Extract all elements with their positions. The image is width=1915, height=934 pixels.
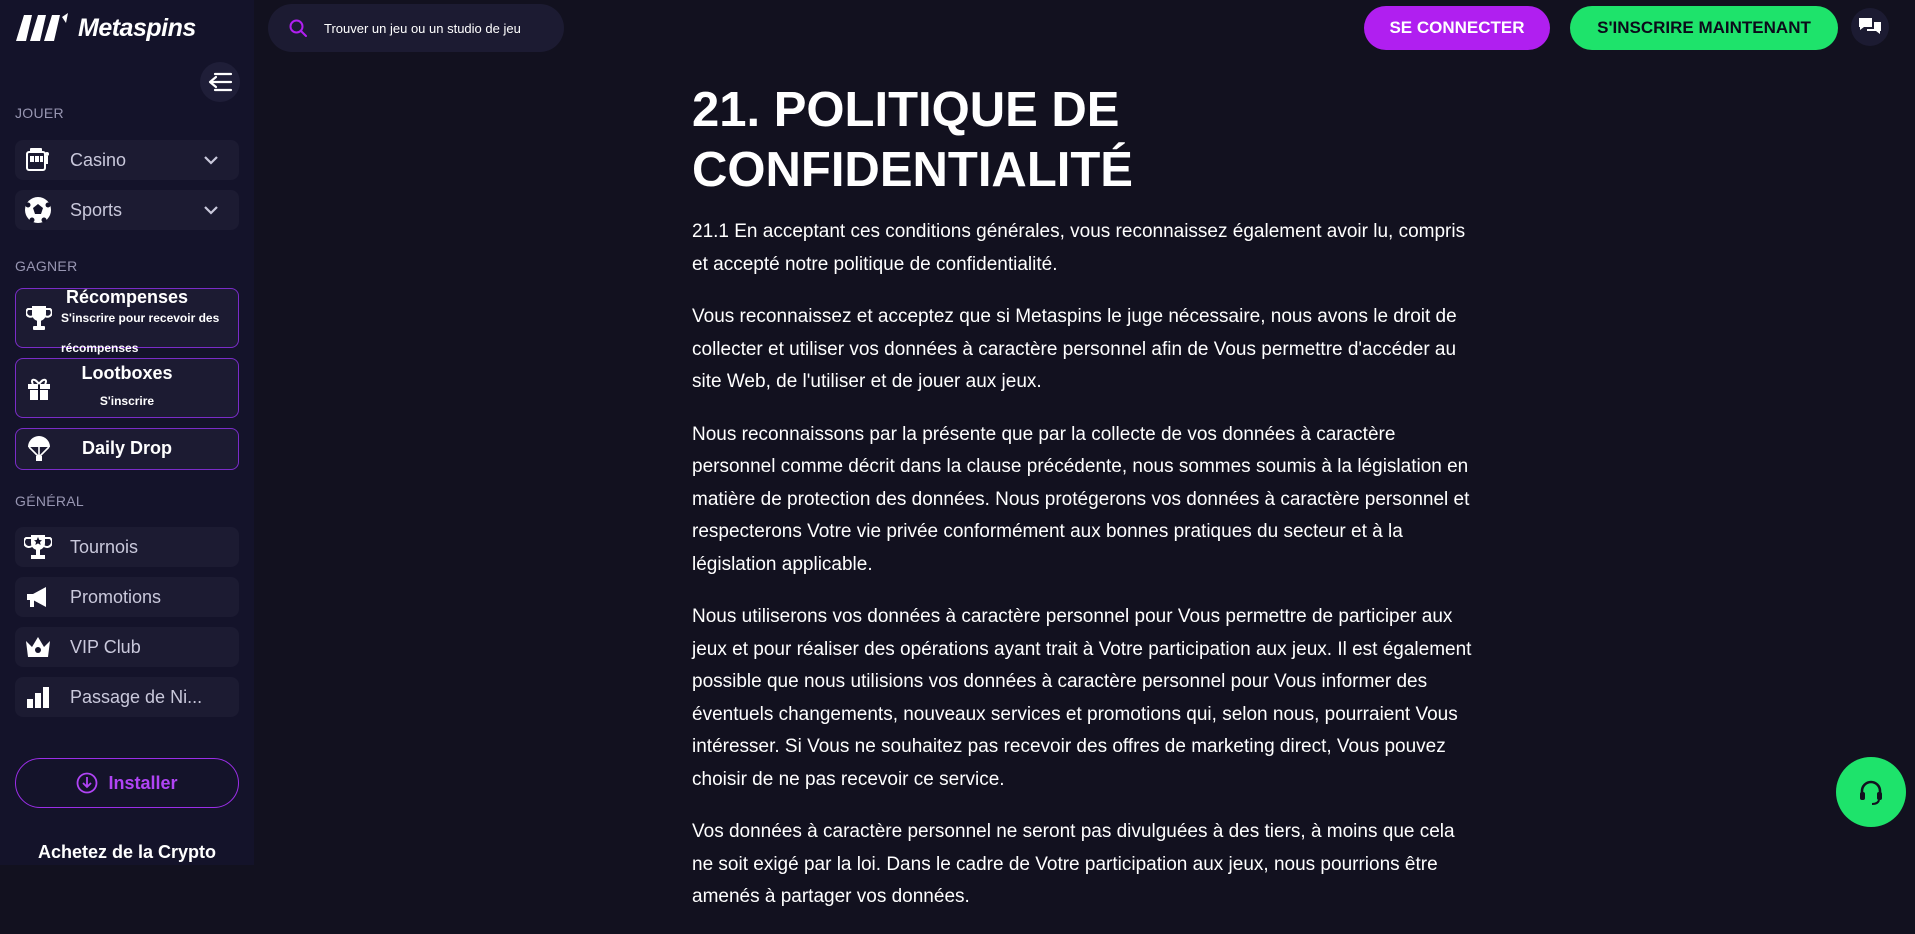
rewards-subtitle-line2: récompenses <box>61 341 139 355</box>
sidebar-item-promotions[interactable]: Promotions <box>15 577 239 617</box>
rewards-title: Récompenses <box>65 287 189 307</box>
install-button[interactable]: Installer <box>15 758 239 808</box>
sidebar-item-tournaments[interactable]: Tournois <box>15 527 239 567</box>
crown-icon <box>22 631 54 663</box>
daily-drop-card[interactable]: Daily Drop <box>15 428 239 470</box>
collapse-sidebar-button[interactable] <box>200 62 240 102</box>
page-title: 21. POLITIQUE DE CONFIDENTIALITÉ <box>692 83 1133 197</box>
sidebar-item-label: Passage de Ni... <box>70 686 203 707</box>
rewards-subtitle: S'inscrire pour recevoir des <box>61 311 220 325</box>
chat-bubbles-icon <box>1859 18 1881 34</box>
lootboxes-title: Lootboxes <box>81 363 173 383</box>
paragraph: Nous utiliserons vos données à caractère… <box>692 606 1472 790</box>
megaphone-icon <box>22 581 54 613</box>
main-content: 21. POLITIQUE DE CONFIDENTIALITÉ 21.1 En… <box>692 80 1476 934</box>
section-label-general: GÉNÉRAL <box>15 493 85 509</box>
download-circle-icon <box>77 772 98 794</box>
search-icon <box>289 19 307 37</box>
support-chat-button[interactable] <box>1836 757 1906 827</box>
section-label-play: JOUER <box>15 105 64 121</box>
chevron-down-icon <box>204 156 218 165</box>
install-label: Installer <box>108 772 178 793</box>
sidebar-item-label: VIP Club <box>70 636 141 657</box>
signup-button[interactable]: S'INSCRIRE MAINTENANT <box>1570 6 1838 50</box>
daily-drop-title: Daily Drop <box>81 438 173 458</box>
collapse-menu-icon <box>208 72 233 92</box>
headset-icon <box>1860 780 1882 805</box>
bar-chart-icon <box>22 681 54 713</box>
slot-machine-icon <box>22 144 54 176</box>
sidebar-item-vip-club[interactable]: VIP Club <box>15 627 239 667</box>
logo[interactable]: Metaspins <box>14 10 196 46</box>
sidebar-item-label: Sports <box>70 199 123 220</box>
metaspins-logo-icon <box>16 13 68 41</box>
sidebar-item-label: Promotions <box>70 586 162 607</box>
sidebar-item-label: Tournois <box>70 536 139 557</box>
chat-button[interactable] <box>1851 8 1889 46</box>
soccer-ball-icon <box>22 194 54 226</box>
sidebar: Metaspins JOUER Casino Sports GAGNER Réc… <box>0 0 254 865</box>
sidebar-item-sports[interactable]: Sports <box>15 190 239 230</box>
chevron-down-icon <box>204 206 218 215</box>
sidebar-item-level-up[interactable]: Passage de Ni... <box>15 677 239 717</box>
sidebar-item-label: Casino <box>70 149 127 170</box>
buy-crypto-link[interactable]: Achetez de la Crypto <box>0 842 254 863</box>
login-button[interactable]: SE CONNECTER <box>1364 6 1550 50</box>
lootboxes-card[interactable]: Lootboxes S'inscrire <box>15 358 239 418</box>
search-input[interactable] <box>322 19 546 37</box>
trophy-icon <box>22 531 54 563</box>
paragraph: 21.1 En acceptant ces conditions général… <box>692 221 1466 275</box>
search-bar[interactable] <box>268 4 564 52</box>
rewards-card[interactable]: Récompenses S'inscrire pour recevoir des… <box>15 287 239 355</box>
paragraph: Vous reconnaissez et acceptez que si Met… <box>692 306 1457 392</box>
sidebar-item-casino[interactable]: Casino <box>15 140 239 180</box>
paragraph: Nous reconnaissons par la présente que p… <box>692 423 1470 575</box>
lootboxes-subtitle: S'inscrire <box>99 394 155 408</box>
brand-name: Metaspins <box>78 13 196 42</box>
section-label-earn: GAGNER <box>15 258 78 274</box>
